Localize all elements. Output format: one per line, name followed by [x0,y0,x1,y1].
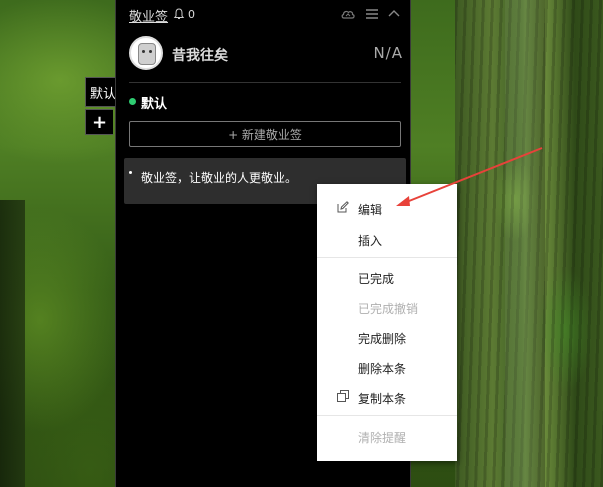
copy-icon [337,390,349,402]
username: 昔我往矣 [172,48,228,64]
menu-item-label: 编辑 [358,203,383,217]
menu-separator [317,257,457,258]
add-group-button[interactable]: + [85,109,113,135]
wallpaper-dark-trunk [0,200,25,487]
app-title[interactable]: 敬业签 [129,6,168,25]
menu-item-clear-reminder: 清除提醒 [317,424,457,448]
title-bar[interactable]: 敬业签 0 [116,0,410,28]
note-text: 敬业签，让敬业的人更敬业。 [141,171,298,185]
menu-icon[interactable] [364,7,380,21]
menu-item-copy[interactable]: 复制本条 [317,385,457,409]
menu-item-label: 插入 [358,234,383,248]
menu-item-label: 完成删除 [358,332,407,346]
menu-item-label: 删除本条 [358,362,407,376]
chevron-up-icon[interactable] [386,7,402,21]
new-note-button[interactable]: + 新建敬业签 [129,121,401,147]
cloud-sync-icon[interactable] [340,7,356,21]
menu-item-complete-delete[interactable]: 完成删除 [317,325,457,349]
user-status: N/A [373,44,403,62]
context-menu: 编辑 插入 已完成 已完成撤销 完成删除 删除本条 复制本条 清除提醒 [317,184,457,461]
menu-item-complete[interactable]: 已完成 [317,265,457,289]
bell-icon[interactable] [173,8,185,20]
group-status-dot [129,98,136,105]
avatar[interactable] [129,36,163,70]
wallpaper-trunk-highlight [505,0,545,487]
menu-item-edit[interactable]: 编辑 [317,196,457,220]
note-bullet [129,171,132,174]
menu-item-label: 清除提醒 [358,431,407,445]
menu-separator [317,415,457,416]
user-header: 昔我往矣 N/A [129,36,402,76]
side-tab-default[interactable]: 默认 [85,77,115,107]
divider [129,82,401,83]
edit-icon [337,201,349,213]
menu-item-label: 已完成 [358,272,395,286]
menu-item-delete[interactable]: 删除本条 [317,355,457,379]
menu-item-label: 复制本条 [358,392,407,406]
menu-item-insert[interactable]: 插入 [317,227,457,251]
menu-item-undo-complete: 已完成撤销 [317,295,457,319]
notification-count: 0 [188,8,195,21]
menu-item-label: 已完成撤销 [358,302,419,316]
group-name: 默认 [141,97,168,112]
